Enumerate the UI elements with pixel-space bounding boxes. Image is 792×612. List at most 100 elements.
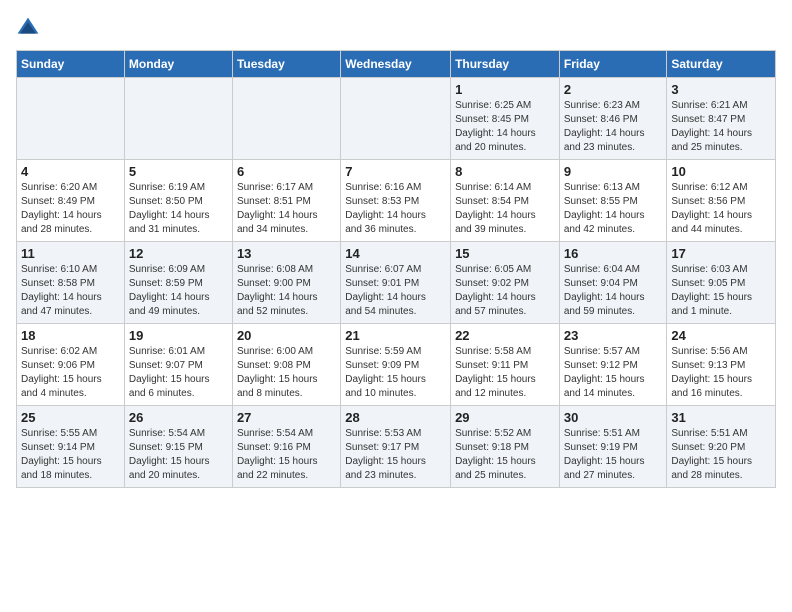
day-info: Sunrise: 6:21 AM Sunset: 8:47 PM Dayligh…	[671, 99, 771, 155]
day-cell: 12 Sunrise: 6:09 AM Sunset: 8:59 PM Dayli…	[124, 242, 232, 324]
day-number: 18	[21, 328, 120, 343]
header-cell-friday: Friday	[559, 51, 667, 78]
day-cell: 25 Sunrise: 5:55 AM Sunset: 9:14 PM Dayli…	[17, 406, 125, 488]
header-cell-saturday: Saturday	[667, 51, 776, 78]
header-cell-thursday: Thursday	[451, 51, 560, 78]
day-number: 15	[455, 246, 555, 261]
day-cell: 8 Sunrise: 6:14 AM Sunset: 8:54 PM Daylig…	[451, 160, 560, 242]
day-cell: 11Sunrise: 6:10 AM Sunset: 8:58 PM Dayli…	[17, 242, 125, 324]
day-cell	[341, 78, 451, 160]
day-info: Sunrise: 6:07 AM Sunset: 9:01 PM Dayligh…	[345, 263, 446, 319]
calendar-table: SundayMondayTuesdayWednesdayThursdayFrid…	[16, 50, 776, 488]
day-number: 4	[21, 164, 120, 179]
day-info: Sunrise: 6:02 AM Sunset: 9:06 PM Dayligh…	[21, 345, 120, 401]
day-info: Sunrise: 6:25 AM Sunset: 8:45 PM Dayligh…	[455, 99, 555, 155]
day-cell: 22Sunrise: 5:58 AM Sunset: 9:11 PM Dayli…	[451, 324, 560, 406]
day-cell: 16Sunrise: 6:04 AM Sunset: 9:04 PM Dayli…	[559, 242, 667, 324]
day-number: 12	[129, 246, 228, 261]
day-number: 10	[671, 164, 771, 179]
logo-icon	[16, 16, 40, 40]
day-number: 3	[671, 82, 771, 97]
day-info: Sunrise: 6:09 AM Sunset: 8:59 PM Dayligh…	[129, 263, 228, 319]
day-info: Sunrise: 6:08 AM Sunset: 9:00 PM Dayligh…	[237, 263, 336, 319]
day-info: Sunrise: 5:51 AM Sunset: 9:19 PM Dayligh…	[564, 427, 663, 483]
day-number: 2	[564, 82, 663, 97]
header-cell-monday: Monday	[124, 51, 232, 78]
day-cell: 4Sunrise: 6:20 AM Sunset: 8:49 PM Daylig…	[17, 160, 125, 242]
week-row-3: 11Sunrise: 6:10 AM Sunset: 8:58 PM Dayli…	[17, 242, 776, 324]
day-info: Sunrise: 6:00 AM Sunset: 9:08 PM Dayligh…	[237, 345, 336, 401]
day-number: 26	[129, 410, 228, 425]
day-cell: 6Sunrise: 6:17 AM Sunset: 8:51 PM Daylig…	[232, 160, 340, 242]
day-cell	[232, 78, 340, 160]
day-cell: 1 Sunrise: 6:25 AM Sunset: 8:45 PM Daylig…	[451, 78, 560, 160]
day-info: Sunrise: 6:23 AM Sunset: 8:46 PM Dayligh…	[564, 99, 663, 155]
day-cell: 20 Sunrise: 6:00 AM Sunset: 9:08 PM Dayli…	[232, 324, 340, 406]
day-info: Sunrise: 6:05 AM Sunset: 9:02 PM Dayligh…	[455, 263, 555, 319]
day-cell: 2 Sunrise: 6:23 AM Sunset: 8:46 PM Daylig…	[559, 78, 667, 160]
day-cell: 31Sunrise: 5:51 AM Sunset: 9:20 PM Dayli…	[667, 406, 776, 488]
day-info: Sunrise: 5:56 AM Sunset: 9:13 PM Dayligh…	[671, 345, 771, 401]
day-number: 31	[671, 410, 771, 425]
day-info: Sunrise: 6:16 AM Sunset: 8:53 PM Dayligh…	[345, 181, 446, 237]
day-info: Sunrise: 5:54 AM Sunset: 9:15 PM Dayligh…	[129, 427, 228, 483]
day-info: Sunrise: 6:13 AM Sunset: 8:55 PM Dayligh…	[564, 181, 663, 237]
header-row: SundayMondayTuesdayWednesdayThursdayFrid…	[17, 51, 776, 78]
day-cell: 19 Sunrise: 6:01 AM Sunset: 9:07 PM Dayli…	[124, 324, 232, 406]
day-info: Sunrise: 5:59 AM Sunset: 9:09 PM Dayligh…	[345, 345, 446, 401]
day-number: 27	[237, 410, 336, 425]
calendar-body: 1 Sunrise: 6:25 AM Sunset: 8:45 PM Daylig…	[17, 78, 776, 488]
day-info: Sunrise: 6:01 AM Sunset: 9:07 PM Dayligh…	[129, 345, 228, 401]
day-cell: 30 Sunrise: 5:51 AM Sunset: 9:19 PM Dayli…	[559, 406, 667, 488]
day-number: 19	[129, 328, 228, 343]
day-cell: 29Sunrise: 5:52 AM Sunset: 9:18 PM Dayli…	[451, 406, 560, 488]
day-cell: 24 Sunrise: 5:56 AM Sunset: 9:13 PM Dayli…	[667, 324, 776, 406]
day-number: 21	[345, 328, 446, 343]
day-number: 24	[671, 328, 771, 343]
day-cell: 23 Sunrise: 5:57 AM Sunset: 9:12 PM Dayli…	[559, 324, 667, 406]
day-cell: 14Sunrise: 6:07 AM Sunset: 9:01 PM Dayli…	[341, 242, 451, 324]
day-number: 13	[237, 246, 336, 261]
day-number: 25	[21, 410, 120, 425]
day-info: Sunrise: 5:53 AM Sunset: 9:17 PM Dayligh…	[345, 427, 446, 483]
week-row-1: 1 Sunrise: 6:25 AM Sunset: 8:45 PM Daylig…	[17, 78, 776, 160]
day-number: 1	[455, 82, 555, 97]
week-row-2: 4Sunrise: 6:20 AM Sunset: 8:49 PM Daylig…	[17, 160, 776, 242]
day-cell: 5Sunrise: 6:19 AM Sunset: 8:50 PM Daylig…	[124, 160, 232, 242]
day-number: 8	[455, 164, 555, 179]
day-info: Sunrise: 5:54 AM Sunset: 9:16 PM Dayligh…	[237, 427, 336, 483]
day-cell: 10 Sunrise: 6:12 AM Sunset: 8:56 PM Dayli…	[667, 160, 776, 242]
day-info: Sunrise: 5:57 AM Sunset: 9:12 PM Dayligh…	[564, 345, 663, 401]
week-row-5: 25 Sunrise: 5:55 AM Sunset: 9:14 PM Dayli…	[17, 406, 776, 488]
day-cell	[17, 78, 125, 160]
week-row-4: 18 Sunrise: 6:02 AM Sunset: 9:06 PM Dayli…	[17, 324, 776, 406]
day-cell: 15 Sunrise: 6:05 AM Sunset: 9:02 PM Dayli…	[451, 242, 560, 324]
day-number: 11	[21, 246, 120, 261]
day-cell: 13 Sunrise: 6:08 AM Sunset: 9:00 PM Dayli…	[232, 242, 340, 324]
logo	[16, 16, 42, 40]
day-cell: 9 Sunrise: 6:13 AM Sunset: 8:55 PM Daylig…	[559, 160, 667, 242]
day-number: 20	[237, 328, 336, 343]
day-info: Sunrise: 6:14 AM Sunset: 8:54 PM Dayligh…	[455, 181, 555, 237]
day-number: 30	[564, 410, 663, 425]
day-info: Sunrise: 5:52 AM Sunset: 9:18 PM Dayligh…	[455, 427, 555, 483]
day-info: Sunrise: 6:19 AM Sunset: 8:50 PM Dayligh…	[129, 181, 228, 237]
day-cell: 28 Sunrise: 5:53 AM Sunset: 9:17 PM Dayli…	[341, 406, 451, 488]
day-cell: 26 Sunrise: 5:54 AM Sunset: 9:15 PM Dayli…	[124, 406, 232, 488]
day-info: Sunrise: 6:12 AM Sunset: 8:56 PM Dayligh…	[671, 181, 771, 237]
day-info: Sunrise: 6:17 AM Sunset: 8:51 PM Dayligh…	[237, 181, 336, 237]
day-info: Sunrise: 6:03 AM Sunset: 9:05 PM Dayligh…	[671, 263, 771, 319]
day-cell	[124, 78, 232, 160]
day-cell: 27 Sunrise: 5:54 AM Sunset: 9:16 PM Dayli…	[232, 406, 340, 488]
day-info: Sunrise: 6:04 AM Sunset: 9:04 PM Dayligh…	[564, 263, 663, 319]
header-cell-wednesday: Wednesday	[341, 51, 451, 78]
day-number: 23	[564, 328, 663, 343]
page-header	[16, 16, 776, 40]
day-cell: 17 Sunrise: 6:03 AM Sunset: 9:05 PM Dayli…	[667, 242, 776, 324]
day-number: 28	[345, 410, 446, 425]
day-number: 9	[564, 164, 663, 179]
day-number: 17	[671, 246, 771, 261]
day-cell: 3 Sunrise: 6:21 AM Sunset: 8:47 PM Daylig…	[667, 78, 776, 160]
day-number: 22	[455, 328, 555, 343]
day-info: Sunrise: 5:55 AM Sunset: 9:14 PM Dayligh…	[21, 427, 120, 483]
